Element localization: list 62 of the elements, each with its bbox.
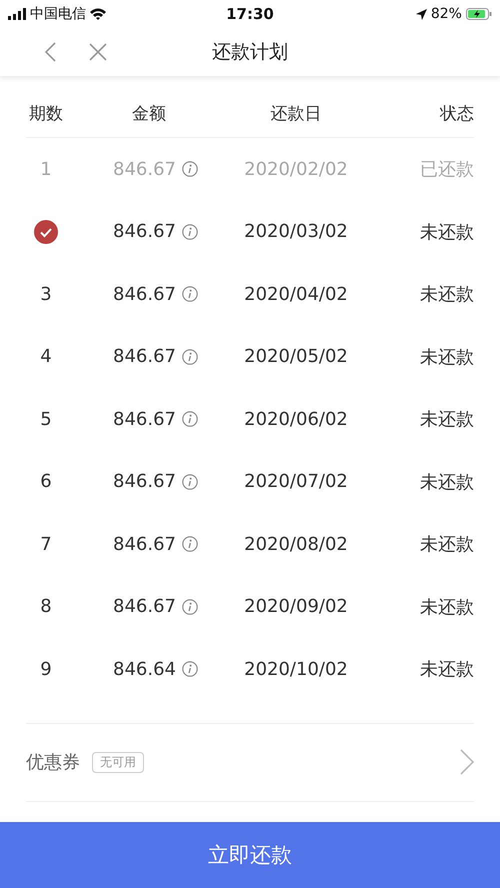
amount-value: 846.67 [113, 221, 176, 242]
period-number: 9 [39, 658, 53, 680]
amount-value: 846.64 [113, 658, 176, 680]
column-header: 金额 [131, 103, 167, 125]
coupon-label: 优惠券 [26, 751, 80, 774]
column-header: 还款日 [270, 103, 322, 125]
repay-now-button[interactable]: 立即还款 [0, 822, 500, 888]
close-icon [89, 43, 107, 61]
payment-status: 未还款 [419, 346, 474, 369]
due-date: 2020/03/02 [243, 221, 349, 242]
battery-percent: 82% [430, 6, 462, 22]
payment-status: 未还款 [419, 596, 474, 619]
due-date: 2020/07/02 [243, 471, 349, 492]
info-icon[interactable] [182, 598, 198, 615]
chevron-right-icon[interactable] [460, 749, 474, 775]
info-icon[interactable] [182, 161, 198, 178]
amount-value: 846.67 [113, 534, 176, 555]
due-date: 2020/06/02 [243, 408, 349, 430]
info-icon[interactable] [182, 348, 198, 365]
amount-value: 846.67 [113, 158, 176, 180]
payment-status: 已还款 [419, 158, 474, 182]
clock-time: 17:30 [225, 5, 275, 23]
due-date: 2020/05/02 [243, 346, 349, 368]
coupon-badge: 无可用 [92, 752, 144, 772]
due-date: 2020/10/02 [243, 658, 349, 680]
amount-value: 846.67 [113, 346, 176, 368]
info-icon[interactable] [182, 286, 198, 302]
payment-status: 未还款 [419, 220, 474, 244]
amount-value: 846.67 [113, 284, 176, 305]
carrier-name: 中国电信 [30, 5, 86, 23]
location-arrow-icon [416, 8, 427, 20]
info-icon[interactable] [182, 536, 198, 552]
period-number: 5 [39, 408, 53, 430]
wifi-icon [90, 8, 106, 20]
period-number: 3 [39, 284, 53, 305]
payment-status: 未还款 [419, 658, 474, 682]
period-number: 4 [39, 346, 53, 368]
amount-value: 846.67 [113, 471, 176, 492]
due-date: 2020/02/02 [243, 158, 349, 180]
period-number: 1 [39, 158, 53, 180]
info-icon[interactable] [182, 224, 198, 240]
payment-status: 未还款 [419, 283, 474, 306]
chevron-left-icon [44, 42, 56, 62]
column-header: 状态 [438, 103, 474, 125]
due-date: 2020/04/02 [243, 284, 349, 305]
amount-value: 846.67 [113, 408, 176, 430]
info-icon[interactable] [182, 661, 198, 678]
column-header: 期数 [28, 103, 64, 125]
signal-icon [8, 8, 26, 20]
amount-value: 846.67 [113, 596, 176, 618]
battery-icon [466, 8, 492, 20]
payment-status: 未还款 [419, 408, 474, 432]
payment-status: 未还款 [419, 470, 474, 494]
page-title: 还款计划 [212, 40, 288, 65]
due-date: 2020/08/02 [243, 534, 349, 555]
info-icon[interactable] [182, 411, 198, 428]
period-number: 6 [39, 471, 53, 492]
period-number: 7 [39, 534, 53, 555]
payment-status: 未还款 [419, 533, 474, 556]
info-icon[interactable] [182, 474, 198, 490]
period-number: 8 [39, 596, 53, 618]
due-date: 2020/09/02 [243, 596, 349, 618]
